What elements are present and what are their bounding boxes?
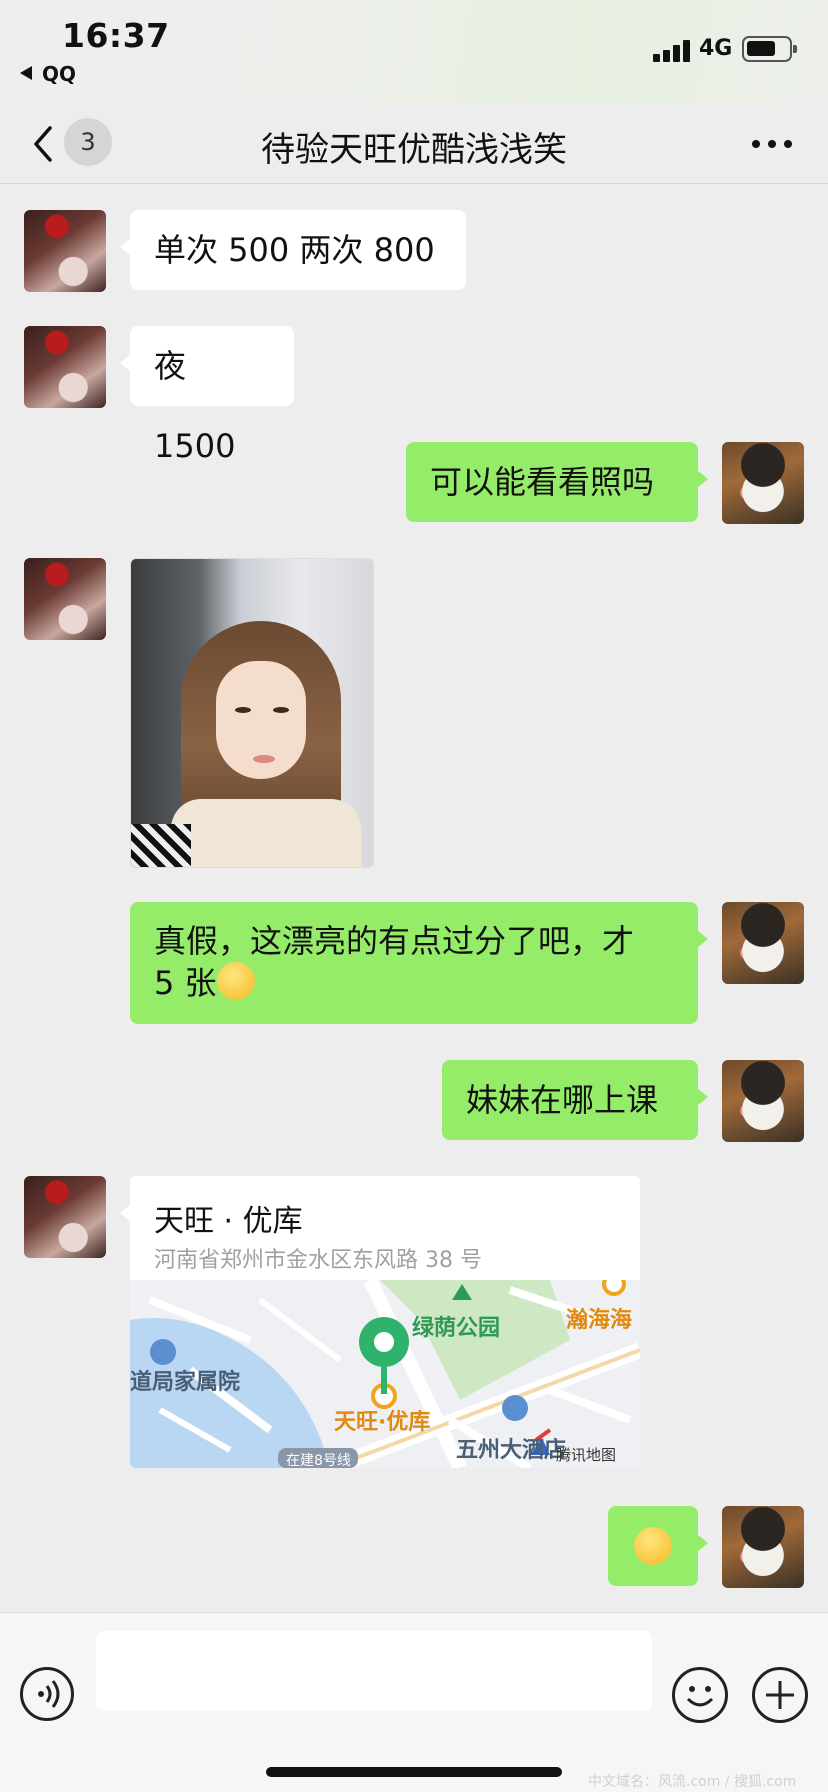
watermark: 中文域名：风流.com / 搜狐.com	[588, 1774, 797, 1790]
back-to-app-link[interactable]: QQ	[20, 62, 76, 86]
map-label-target: 天旺·优库	[334, 1410, 431, 1435]
crying-face-emoji-icon	[216, 962, 255, 1000]
chat-header: 3 待验天旺优酷浅浅笑	[0, 104, 828, 184]
message-bubble-incoming[interactable]: 单次 500 两次 800	[120, 210, 466, 290]
contact-avatar[interactable]	[24, 326, 106, 408]
unread-count-badge[interactable]: 3	[64, 118, 112, 166]
my-avatar[interactable]	[722, 442, 804, 524]
map-label-hotel: 五州大酒店	[456, 1438, 567, 1463]
home-indicator[interactable]	[266, 1767, 562, 1777]
location-name: 天旺 · 优库	[154, 1204, 303, 1239]
back-chevron-icon[interactable]	[28, 122, 58, 166]
contact-avatar[interactable]	[24, 1176, 106, 1258]
chat-title: 待验天旺优酷浅浅笑	[261, 130, 567, 170]
location-card[interactable]: 天旺 · 优库 河南省郑州市金水区东风路 38 号 绿荫公园 瀚海海 道局家属院	[130, 1176, 640, 1468]
emoji-picker-icon[interactable]	[672, 1667, 728, 1723]
status-time: 16:37	[62, 16, 170, 55]
message-bubble-outgoing[interactable]: 妹妹在哪上课	[442, 1060, 708, 1140]
my-avatar[interactable]	[722, 1060, 804, 1142]
message-bubble-incoming[interactable]: 夜 1500	[120, 326, 294, 465]
battery-icon	[742, 36, 797, 62]
message-line-2: 5 张	[154, 962, 674, 1004]
contact-avatar[interactable]	[24, 558, 106, 640]
map-label-family-court: 道局家属院	[130, 1370, 241, 1395]
message-bubble-outgoing[interactable]: 真假，这漂亮的有点过分了吧，才 5 张	[130, 902, 708, 1024]
more-options-icon[interactable]	[748, 134, 796, 154]
network-type: 4G	[699, 36, 733, 61]
back-triangle-icon	[20, 66, 32, 80]
back-app-label: QQ	[42, 62, 77, 86]
signal-icon	[653, 38, 691, 62]
message-bubble-outgoing[interactable]	[608, 1506, 708, 1586]
location-address: 河南省郑州市金水区东风路 38 号	[154, 1248, 482, 1273]
more-actions-plus-icon[interactable]	[752, 1667, 808, 1723]
status-bar: 16:37 QQ 4G	[0, 0, 828, 104]
message-input[interactable]	[96, 1631, 652, 1711]
message-bubble-outgoing[interactable]: 可以能看看照吗	[406, 442, 708, 522]
map-preview[interactable]: 绿荫公园 瀚海海 道局家属院 天旺·优库 五州大酒店 在建8号线 腾讯地图	[130, 1280, 640, 1468]
voice-input-icon[interactable]	[20, 1667, 74, 1721]
my-avatar[interactable]	[722, 902, 804, 984]
photo-message[interactable]	[130, 558, 374, 868]
map-provider: 腾讯地图	[556, 1446, 617, 1464]
contact-avatar[interactable]	[24, 210, 106, 292]
map-label-park: 绿荫公园	[412, 1316, 501, 1341]
map-label-metro: 在建8号线	[286, 1453, 351, 1468]
message-line-2-text: 5 张	[154, 964, 217, 1002]
map-label-right: 瀚海海	[566, 1308, 633, 1333]
my-avatar[interactable]	[722, 1506, 804, 1588]
input-bar: 中文域名：风流.com / 搜狐.com	[0, 1612, 828, 1792]
message-line-1: 真假，这漂亮的有点过分了吧，才	[154, 922, 635, 960]
sweat-face-emoji-icon	[634, 1527, 672, 1565]
